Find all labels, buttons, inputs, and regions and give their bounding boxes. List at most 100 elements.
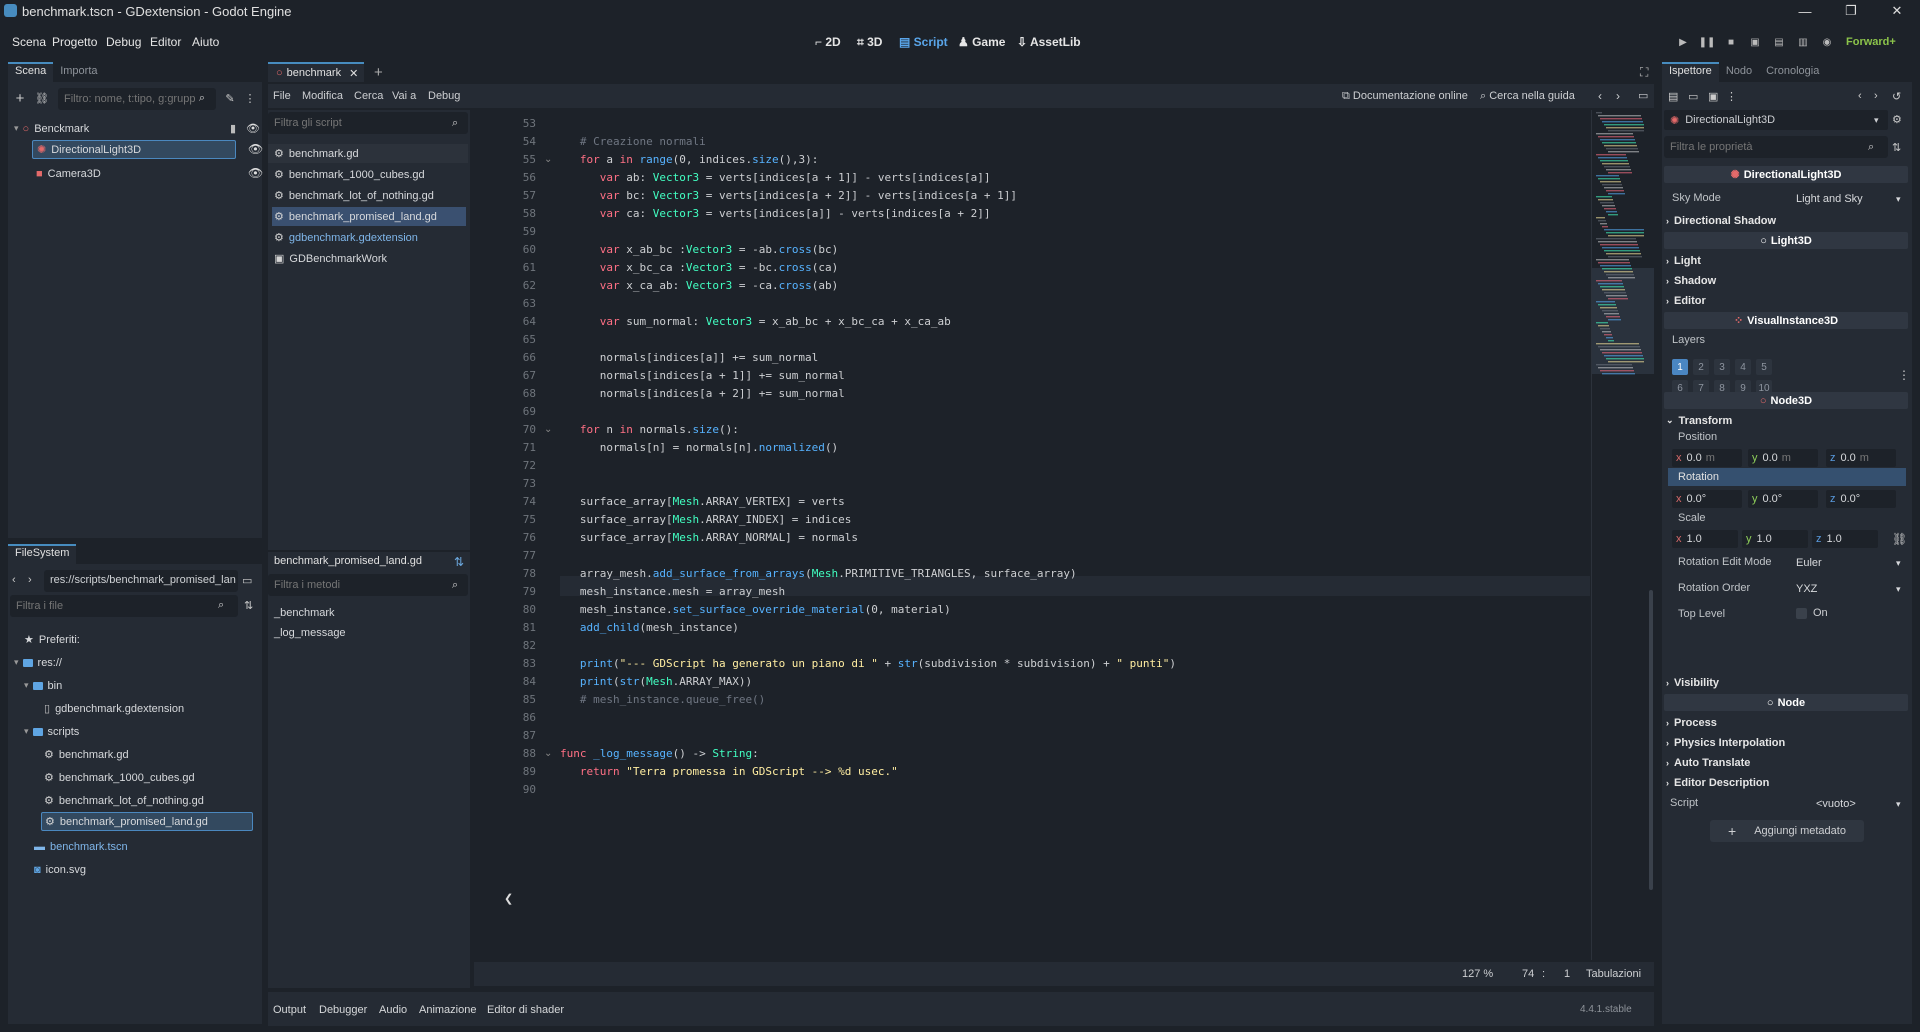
code-editor[interactable]: 53 54 # Creazione normali 55 ⌄ for a in ran… <box>474 110 1654 960</box>
rotation-x-field[interactable]: x 0.0 ° <box>1672 490 1742 508</box>
file-row[interactable]: ⚙ benchmark_1000_cubes.gd <box>44 768 195 787</box>
code-line[interactable]: 89 return "Terra promessa in GDScript --… <box>474 762 1574 780</box>
menu-editor[interactable]: Editor <box>150 35 181 49</box>
vertical-scrollbar[interactable] <box>1649 590 1653 890</box>
sort-icon[interactable]: ⇅ <box>244 599 253 612</box>
section-transform[interactable]: ⌄ Transform <box>1666 412 1732 429</box>
split-view-icon[interactable]: ▭ <box>242 574 252 587</box>
code-line[interactable]: 73 <box>474 474 1574 492</box>
layer-toggle[interactable]: 3 <box>1714 359 1730 375</box>
tab-shader-editor[interactable]: Editor di shader <box>487 1004 564 1016</box>
visibility-eye-icon[interactable]: 👁 <box>248 166 263 180</box>
save-resource-icon[interactable]: ▣ <box>1708 90 1718 103</box>
code-line[interactable]: 76 surface_array[Mesh.ARRAY_NORMAL] = no… <box>474 528 1574 546</box>
scroll-left-icon[interactable]: ❮ <box>504 892 513 905</box>
toggle-panel-icon[interactable]: ▭ <box>1638 89 1648 102</box>
forward-icon[interactable]: › <box>1874 90 1878 102</box>
chevron-down-icon[interactable]: ▾ <box>24 680 29 691</box>
code-line[interactable]: 69 <box>474 402 1574 420</box>
rotation-order-select[interactable]: YXZ ▾ <box>1792 580 1908 598</box>
renderer-select[interactable]: Forward+ <box>1846 36 1896 48</box>
code-line[interactable]: 56 var ab: Vector3 = verts[indices[a + 1… <box>474 168 1574 186</box>
script-item[interactable]: ⚙ benchmark_lot_of_nothing.gd <box>268 186 468 205</box>
layer-toggle[interactable]: 4 <box>1735 359 1751 375</box>
rotation-z-field[interactable]: z 0.0 ° <box>1826 490 1896 508</box>
position-y-field[interactable]: y 0.0 m <box>1748 449 1818 467</box>
favorites-row[interactable]: ★ Preferiti: <box>24 630 80 649</box>
workspace-assetlib[interactable]: ⇩ AssetLib <box>1017 35 1081 49</box>
forward-icon[interactable]: › <box>28 574 32 586</box>
stop-icon[interactable]: ■ <box>1722 33 1740 51</box>
tscn-file-row[interactable]: ▬ benchmark.tscn <box>34 837 128 856</box>
code-line[interactable]: 59 <box>474 222 1574 240</box>
script-menu-edit[interactable]: Modifica <box>302 90 343 102</box>
code-line[interactable]: 54 # Creazione normali <box>474 132 1574 150</box>
menu-help[interactable]: Aiuto <box>192 35 219 49</box>
code-line[interactable]: 65 <box>474 330 1574 348</box>
scripts-folder-row[interactable]: ▾ scripts <box>24 722 79 741</box>
workspace-game[interactable]: ♟ Game <box>958 35 1005 49</box>
code-line[interactable]: 66 normals[indices[a]] += sum_normal <box>474 348 1574 366</box>
menu-dots-icon[interactable]: ⋮ <box>1726 90 1737 103</box>
scene-filter-input[interactable] <box>58 88 216 110</box>
prev-script-icon[interactable]: ‹ <box>1598 89 1602 103</box>
tab-animation[interactable]: Animazione <box>419 1004 476 1016</box>
property-filter-input[interactable] <box>1664 136 1888 158</box>
rotation-y-field[interactable]: y 0.0 ° <box>1748 490 1818 508</box>
chevron-down-icon[interactable]: ▾ <box>14 123 19 134</box>
layer-toggle[interactable]: 5 <box>1756 359 1772 375</box>
section-light[interactable]: › Light <box>1666 252 1701 269</box>
chevron-down-icon[interactable]: ▾ <box>24 726 29 737</box>
menu-dots-icon[interactable]: ⋮ <box>242 90 258 106</box>
svg-file-row[interactable]: ◙ icon.svg <box>34 860 86 879</box>
script-filter-input[interactable] <box>268 112 468 134</box>
file-row[interactable]: ⚙ benchmark_lot_of_nothing.gd <box>44 791 204 810</box>
code-line[interactable]: 82 <box>474 636 1574 654</box>
filter-options-icon[interactable]: ⇅ <box>1892 141 1901 154</box>
code-line[interactable]: 84 print(str(Mesh.ARRAY_MAX)) <box>474 672 1574 690</box>
section-editor-description[interactable]: › Editor Description <box>1666 774 1769 791</box>
tab-inspector[interactable]: Ispettore <box>1662 62 1719 82</box>
fold-chevron-icon[interactable]: ⌄ <box>544 748 552 759</box>
close-tab-icon[interactable]: ✕ <box>349 67 358 80</box>
object-selector[interactable]: ✺ DirectionalLight3D ▾ <box>1664 110 1888 130</box>
next-script-icon[interactable]: › <box>1616 89 1620 103</box>
script-menu-goto[interactable]: Vai a <box>392 90 416 102</box>
menu-debug[interactable]: Debug <box>106 35 141 49</box>
res-root-row[interactable]: ▾ res:// <box>14 653 62 672</box>
code-line[interactable]: 74 surface_array[Mesh.ARRAY_VERTEX] = ve… <box>474 492 1574 510</box>
code-line[interactable]: 58 var ca: Vector3 = verts[indices[a]] -… <box>474 204 1574 222</box>
pause-icon[interactable]: ❚❚ <box>1698 33 1716 51</box>
add-metadata-button[interactable]: + Aggiungi metadato <box>1710 820 1864 842</box>
section-visibility[interactable]: › Visibility <box>1666 674 1719 691</box>
file-filter-input[interactable] <box>10 595 238 617</box>
add-node-icon[interactable]: + <box>12 90 28 107</box>
maximize-icon[interactable]: ❐ <box>1828 0 1874 22</box>
method-item[interactable]: _log_message <box>274 623 346 642</box>
history-icon[interactable]: ↺ <box>1892 90 1901 103</box>
tree-node-directionallight3d[interactable]: ✺ DirectionalLight3D <box>32 140 236 159</box>
code-line[interactable]: 67 normals[indices[a + 1]] += sum_normal <box>474 366 1574 384</box>
code-line[interactable]: 77 <box>474 546 1574 564</box>
layers-menu-icon[interactable]: ⋮ <box>1898 368 1910 382</box>
code-line[interactable]: 83 print("--- GDScript ha generato un pi… <box>474 654 1574 672</box>
new-resource-icon[interactable]: ▤ <box>1668 90 1678 103</box>
tab-output[interactable]: Output <box>273 1004 306 1016</box>
tab-filesystem[interactable]: FileSystem <box>8 544 77 564</box>
play-icon[interactable]: ▶ <box>1674 33 1692 51</box>
tab-scene[interactable]: Scena <box>8 62 54 82</box>
object-settings-icon[interactable]: ⚙ <box>1892 113 1902 126</box>
indent-mode[interactable]: Tabulazioni <box>1586 968 1641 980</box>
code-line[interactable]: 86 <box>474 708 1574 726</box>
script-menu-file[interactable]: File <box>273 90 291 102</box>
method-item[interactable]: _benchmark <box>274 603 335 622</box>
path-field[interactable]: res://scripts/benchmark_promised_lan <box>44 570 238 592</box>
tab-import[interactable]: Importa <box>53 62 104 82</box>
code-line[interactable]: 85 # mesh_instance.queue_free() <box>474 690 1574 708</box>
scale-z-field[interactable]: z 1.0 <box>1812 530 1878 548</box>
section-physics-interpolation[interactable]: › Physics Interpolation <box>1666 734 1785 751</box>
fold-chevron-icon[interactable]: ⌄ <box>544 424 552 435</box>
code-line[interactable]: 72 <box>474 456 1574 474</box>
code-line[interactable]: 90 <box>474 780 1574 798</box>
code-line[interactable]: 79 mesh_instance.mesh = array_mesh <box>474 582 1574 600</box>
